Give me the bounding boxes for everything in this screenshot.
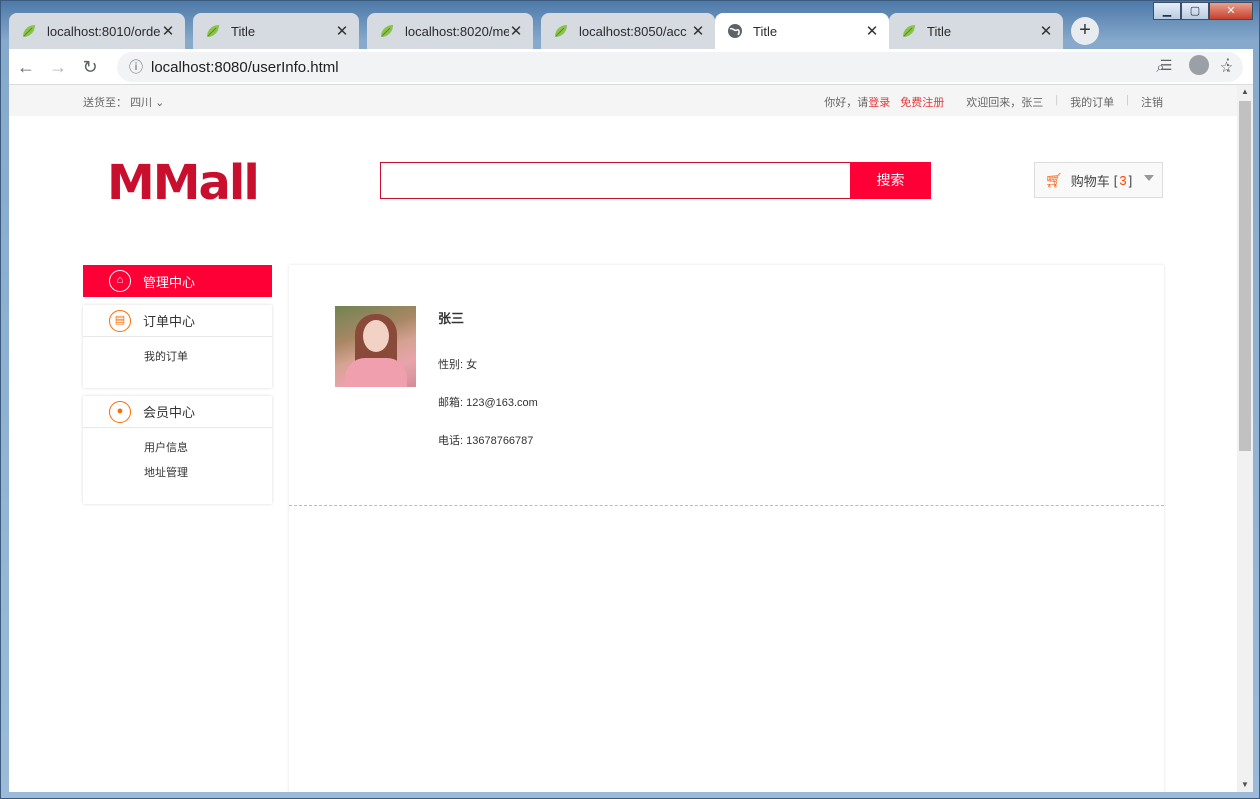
close-tab-icon[interactable]: ✕	[335, 22, 349, 40]
user-icon: ●	[109, 400, 131, 423]
avatar	[335, 306, 416, 387]
forward-arrow-icon[interactable]: →	[43, 52, 73, 82]
close-tab-icon[interactable]: ✕	[509, 22, 523, 40]
my-orders-link[interactable]: 我的订单	[1070, 94, 1114, 110]
tab-title: Title	[927, 23, 952, 39]
leaf-icon	[381, 25, 393, 37]
tab-title-2[interactable]: Title ✕	[193, 13, 359, 49]
sidebar-section-title[interactable]: ▤ 订单中心	[83, 305, 272, 337]
user-gender: 性别: 女	[438, 359, 478, 371]
toolbar-right: ☰ ⋮	[1151, 55, 1239, 75]
cart-count: 3	[1119, 172, 1127, 188]
globe-icon	[728, 24, 742, 38]
search-button[interactable]: 搜索	[850, 162, 931, 199]
site-topbar: 送货至： 四川 ⌄ 你好，请 登录 免费注册 欢迎回来，张三 | 我的订单 | …	[9, 85, 1237, 116]
tab-title: localhost:8010/orde	[47, 23, 161, 39]
cart-label: 购物车	[1070, 173, 1110, 189]
page-scrollbar[interactable]: ▲ ▼	[1237, 85, 1253, 792]
leaf-icon	[555, 25, 567, 37]
separator: |	[1126, 94, 1129, 106]
close-tab-icon[interactable]: ✕	[161, 22, 175, 40]
scroll-thumb[interactable]	[1239, 101, 1251, 451]
reload-icon[interactable]: ↻	[75, 52, 105, 82]
page-viewport: 送货至： 四川 ⌄ 你好，请 登录 免费注册 欢迎回来，张三 | 我的订单 | …	[9, 85, 1253, 792]
user-email: 邮箱: 123@163.com	[438, 397, 538, 409]
hello-text: 你好，请	[824, 97, 869, 109]
tab-title: localhost:8020/mer	[405, 23, 509, 39]
deliver-to[interactable]: 送货至： 四川 ⌄	[83, 94, 164, 110]
scroll-up-arrow-icon[interactable]: ▲	[1237, 85, 1253, 99]
close-tab-icon[interactable]: ✕	[865, 22, 879, 40]
new-tab-button[interactable]: +	[1071, 17, 1099, 45]
close-tab-icon[interactable]: ✕	[1039, 22, 1053, 40]
info-icon[interactable]: ⓘ	[121, 57, 151, 77]
topbar-links: 你好，请 登录 免费注册 欢迎回来，张三 | 我的订单 | 注销	[824, 94, 1163, 110]
url-text[interactable]: localhost:8080/userInfo.html	[151, 59, 1144, 76]
section-title-label: 订单中心	[143, 314, 196, 329]
search-input[interactable]	[380, 162, 851, 199]
user-name: 张三	[438, 311, 465, 326]
reading-list-icon[interactable]: ☰	[1151, 57, 1181, 74]
sidebar-section-orders: ▤ 订单中心 我的订单	[83, 305, 272, 388]
more-menu-icon[interactable]: ⋮	[1217, 55, 1239, 75]
divider	[289, 505, 1164, 506]
cart-button[interactable]: 🛒︎ 购物车 [ 3 ]	[1034, 162, 1163, 198]
leaf-icon	[207, 25, 219, 37]
profile-panel: 张三 性别: 女 邮箱: 123@163.com 电话: 13678766787	[289, 265, 1164, 792]
tab-title: Title	[753, 23, 778, 39]
tab-menu-service[interactable]: localhost:8020/mer ✕	[367, 13, 533, 49]
leaf-icon	[903, 25, 915, 37]
browser-toolbar: ← → ↻ ⓘ localhost:8080/userInfo.html ⌕ ⇪…	[9, 49, 1253, 85]
browser-window: ▁ ▢ ✕ localhost:8010/orde ✕ Title ✕ loca…	[0, 0, 1260, 799]
sidebar-items: 用户信息 地址管理	[83, 428, 272, 504]
address-bar[interactable]: ⓘ localhost:8080/userInfo.html ⌕ ⇪ ☆	[117, 52, 1243, 82]
sidebar-item-user-info[interactable]: 用户信息	[144, 440, 272, 465]
site-logo[interactable]: MMall	[107, 155, 260, 211]
cart-bracket: ]	[1128, 172, 1133, 188]
sidebar-section-title[interactable]: ● 会员中心	[83, 396, 272, 428]
sidebar-section-members: ● 会员中心 用户信息 地址管理	[83, 396, 272, 504]
sidebar-items: 我的订单	[83, 337, 272, 388]
scroll-down-arrow-icon[interactable]: ▼	[1237, 778, 1253, 792]
tab-account-service[interactable]: localhost:8050/acc ✕	[541, 13, 715, 49]
back-arrow-icon[interactable]: ←	[11, 52, 41, 82]
tab-title: localhost:8050/acc	[579, 23, 687, 39]
document-icon: ▤	[109, 309, 131, 332]
profile-avatar-icon[interactable]	[1189, 55, 1209, 75]
login-link[interactable]: 登录	[868, 94, 890, 110]
cart-icon: 🛒︎	[1045, 171, 1063, 188]
separator: |	[1055, 94, 1059, 106]
deliver-label: 送货至：	[83, 97, 127, 109]
sidebar: ⌂ 管理中心 ▤ 订单中心 我的订单 ● 会员中心 用户信息 地址管理	[83, 265, 272, 504]
welcome-text: 欢迎回来，张三	[966, 97, 1044, 109]
leaf-icon	[23, 25, 35, 37]
section-title-label: 会员中心	[143, 405, 196, 420]
tab-order-service[interactable]: localhost:8010/orde ✕	[9, 13, 185, 49]
tab-title-6[interactable]: Title ✕	[889, 13, 1063, 49]
logout-link[interactable]: 注销	[1141, 94, 1163, 110]
sidebar-head-label: 管理中心	[143, 274, 196, 290]
cart-bracket: [	[1113, 172, 1118, 188]
caret-down-icon	[1144, 175, 1154, 181]
tab-strip: localhost:8010/orde ✕ Title ✕ localhost:…	[9, 13, 1249, 49]
register-link[interactable]: 免费注册	[900, 94, 944, 110]
home-icon: ⌂	[109, 270, 131, 292]
close-tab-icon[interactable]: ✕	[691, 22, 705, 40]
chevron-down-icon: ⌄	[155, 97, 165, 109]
tab-title: Title	[231, 23, 256, 39]
sidebar-head-management[interactable]: ⌂ 管理中心	[83, 265, 272, 297]
sidebar-item-my-orders[interactable]: 我的订单	[144, 349, 272, 374]
deliver-region[interactable]: 四川	[130, 97, 152, 109]
user-phone: 电话: 13678766787	[438, 435, 534, 447]
sidebar-item-address[interactable]: 地址管理	[144, 465, 272, 490]
tab-active-userinfo[interactable]: Title ✕	[715, 13, 889, 49]
